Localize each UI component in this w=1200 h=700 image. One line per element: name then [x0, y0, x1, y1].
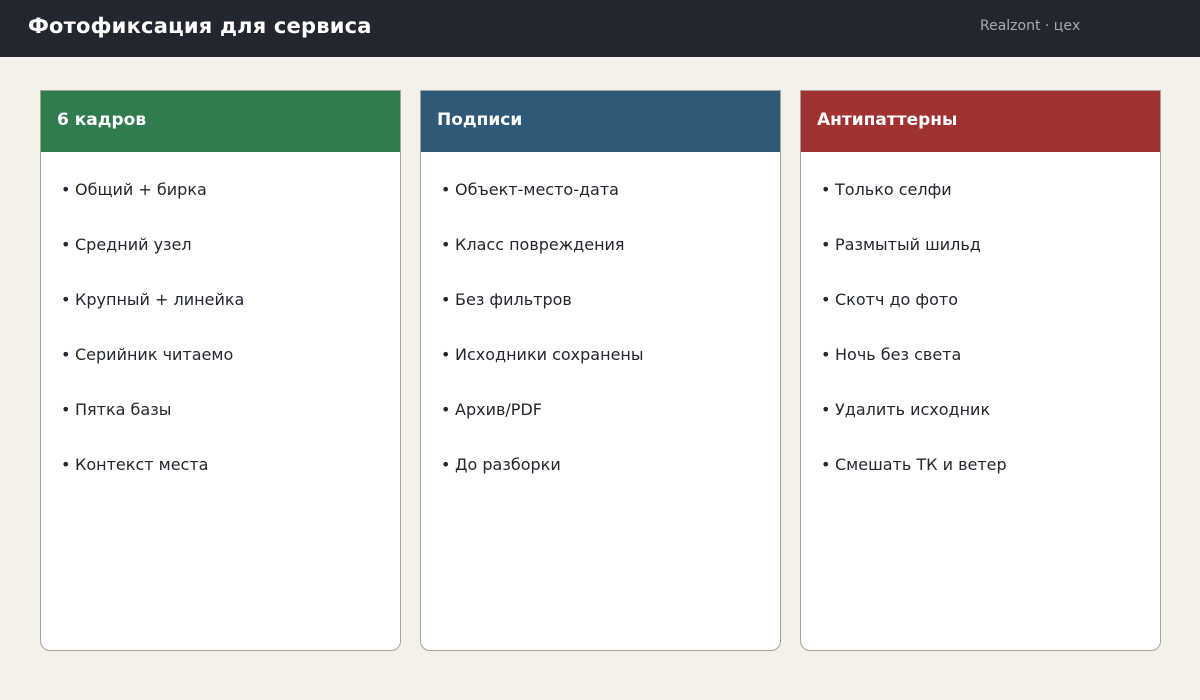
list-item: • Класс повреждения — [441, 235, 644, 290]
bullet: • — [441, 345, 451, 364]
card-header: Подписи — [421, 91, 780, 152]
list-item: • Размытый шильд — [821, 235, 1007, 290]
top-bar: Фотофиксация для сервиса Realzont · цех — [0, 0, 1200, 57]
bullet: • — [821, 290, 831, 309]
list-item: • Серийник читаемо — [61, 345, 244, 400]
list-item-label: До разборки — [455, 455, 561, 474]
bullet: • — [61, 290, 71, 309]
list-item-label: Только селфи — [835, 180, 952, 199]
list-item-label: Пятка базы — [75, 400, 172, 419]
brand-label: Realzont · цех — [980, 18, 1081, 34]
list-item-label: Серийник читаемо — [75, 345, 234, 364]
list-item: • Архив/PDF — [441, 400, 644, 455]
page-title: Фотофиксация для сервиса — [28, 14, 372, 38]
list-item-label: Объект-место-дата — [455, 180, 619, 199]
bullet: • — [821, 400, 831, 419]
list-item: • Без фильтров — [441, 290, 644, 345]
list-item: • Крупный + линейка — [61, 290, 244, 345]
list-item: • Скотч до фото — [821, 290, 1007, 345]
card-header: Антипаттерны — [801, 91, 1160, 152]
bullet: • — [61, 180, 71, 199]
card-frames: 6 кадров • Общий + бирка • Средний узел • К… — [40, 90, 401, 651]
card-title: 6 кадров — [57, 110, 147, 130]
list-item: • Только селфи — [821, 180, 1007, 235]
bullet: • — [441, 290, 451, 309]
list-item: • Ночь без света — [821, 345, 1007, 400]
card-list: • Объект-место-дата • Класс повреждения • Б… — [441, 180, 644, 510]
bullet: • — [821, 235, 831, 254]
list-item-label: Средний узел — [75, 235, 192, 254]
bullet: • — [441, 455, 451, 474]
bullet: • — [61, 345, 71, 364]
bullet: • — [441, 235, 451, 254]
bullet: • — [821, 345, 831, 364]
list-item: • Средний узел — [61, 235, 244, 290]
list-item: • Объект-место-дата — [441, 180, 644, 235]
list-item: • Общий + бирка — [61, 180, 244, 235]
bullet: • — [821, 455, 831, 474]
list-item: • Пятка базы — [61, 400, 244, 455]
list-item-label: Без фильтров — [455, 290, 572, 309]
list-item-label: Ночь без света — [835, 345, 962, 364]
list-item-label: Крупный + линейка — [75, 290, 245, 309]
list-item-label: Класс повреждения — [455, 235, 625, 254]
card-list: • Общий + бирка • Средний узел • Крупный + … — [61, 180, 244, 510]
list-item: • Удалить исходник — [821, 400, 1007, 455]
bullet: • — [441, 180, 451, 199]
list-item: • Смешать ТК и ветер — [821, 455, 1007, 510]
card-antipatterns: Антипаттерны • Только селфи • Размытый шил… — [800, 90, 1161, 651]
card-header: 6 кадров — [41, 91, 400, 152]
bullet: • — [821, 180, 831, 199]
list-item-label: Контекст места — [75, 455, 209, 474]
card-captions: Подписи • Объект-место-дата • Класс повреж… — [420, 90, 781, 651]
list-item: • Исходники сохранены — [441, 345, 644, 400]
list-item-label: Смешать ТК и ветер — [835, 455, 1007, 474]
card-list: • Только селфи • Размытый шильд • Скотч до … — [821, 180, 1007, 510]
bullet: • — [441, 400, 451, 419]
list-item-label: Удалить исходник — [835, 400, 991, 419]
list-item-label: Размытый шильд — [835, 235, 981, 254]
card-title: Подписи — [437, 110, 523, 130]
list-item-label: Скотч до фото — [835, 290, 958, 309]
list-item: • Контекст места — [61, 455, 244, 510]
list-item-label: Общий + бирка — [75, 180, 207, 199]
bullet: • — [61, 455, 71, 474]
bullet: • — [61, 235, 71, 254]
card-title: Антипаттерны — [817, 110, 958, 130]
bullet: • — [61, 400, 71, 419]
list-item-label: Архив/PDF — [455, 400, 542, 419]
list-item-label: Исходники сохранены — [455, 345, 644, 364]
list-item: • До разборки — [441, 455, 644, 510]
